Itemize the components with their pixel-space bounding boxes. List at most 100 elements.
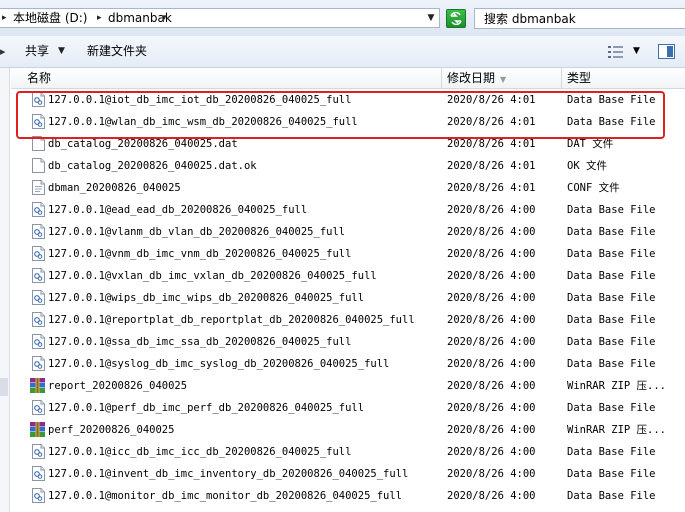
db-file-icon	[32, 356, 45, 371]
file-name: db_catalog_20200826_040025.dat	[48, 138, 238, 150]
organize-arrow-icon[interactable]: ▸	[0, 36, 6, 67]
file-row[interactable]: 127.0.0.1@vnm_db_imc_vnm_db_20200826_040…	[11, 243, 685, 265]
file-row[interactable]: 127.0.0.1@wips_db_imc_wips_db_20200826_0…	[11, 287, 685, 309]
file-modified-date: 2020/8/26 4:00	[447, 490, 536, 502]
db-file-icon	[32, 444, 45, 459]
file-type: Data Base File	[567, 336, 656, 348]
file-row[interactable]: 127.0.0.1@perf_db_imc_perf_db_20200826_0…	[11, 397, 685, 419]
db-file-icon	[32, 92, 45, 107]
winrar-zip-icon	[30, 378, 45, 393]
preview-pane-icon[interactable]	[658, 44, 675, 59]
column-date[interactable]: 修改日期 ▼	[447, 68, 506, 88]
column-date-label: 修改日期	[447, 71, 496, 85]
view-dropdown-icon[interactable]: ▼	[633, 36, 640, 67]
file-row[interactable]: 127.0.0.1@invent_db_imc_inventory_db_202…	[11, 463, 685, 485]
file-row[interactable]: 127.0.0.1@ssa_db_imc_ssa_db_20200826_040…	[11, 331, 685, 353]
file-row[interactable]: 127.0.0.1@ead_ead_db_20200826_040025_ful…	[11, 199, 685, 221]
file-modified-date: 2020/8/26 4:01	[447, 138, 536, 150]
file-name: 127.0.0.1@wips_db_imc_wips_db_20200826_0…	[48, 292, 365, 304]
file-row[interactable]: 127.0.0.1@reportplat_db_reportplat_db_20…	[11, 309, 685, 331]
breadcrumb-arrow-icon[interactable]: ▸	[2, 10, 7, 26]
view-list-icon[interactable]	[608, 45, 624, 59]
db-file-icon	[32, 466, 45, 481]
file-row[interactable]: 127.0.0.1@vxlan_db_imc_vxlan_db_20200826…	[11, 265, 685, 287]
file-modified-date: 2020/8/26 4:00	[447, 292, 536, 304]
db-file-icon	[32, 466, 45, 481]
file-row[interactable]: 127.0.0.1@syslog_db_imc_syslog_db_202008…	[11, 353, 685, 375]
file-modified-date: 2020/8/26 4:00	[447, 424, 536, 436]
file-row[interactable]: 127.0.0.1@iot_db_imc_iot_db_20200826_040…	[11, 89, 685, 111]
file-type: Data Base File	[567, 402, 656, 414]
db-file-icon	[32, 268, 45, 283]
column-type[interactable]: 类型	[567, 68, 591, 88]
file-name: 127.0.0.1@iot_db_imc_iot_db_20200826_040…	[48, 94, 352, 106]
search-input[interactable]: 搜索 dbmanbak	[474, 8, 685, 29]
db-file-icon	[32, 334, 45, 349]
db-file-icon	[32, 224, 45, 239]
winrar-zip-icon	[30, 422, 45, 437]
breadcrumb-arrow-icon[interactable]: ▸	[97, 10, 102, 26]
column-name[interactable]: 名称	[27, 68, 51, 88]
file-type: Data Base File	[567, 270, 656, 282]
refresh-icon	[450, 11, 462, 26]
db-file-icon	[32, 92, 45, 107]
file-name: 127.0.0.1@ead_ead_db_20200826_040025_ful…	[48, 204, 308, 216]
file-type: OK 文件	[567, 160, 607, 172]
file-modified-date: 2020/8/26 4:01	[447, 94, 536, 106]
file-row[interactable]: perf_20200826_040025 2020/8/26 4:00 WinRAR…	[11, 419, 685, 441]
file-name: report_20200826_040025	[48, 380, 188, 392]
file-row[interactable]: report_20200826_040025 2020/8/26 4:00 WinR…	[11, 375, 685, 397]
file-name: 127.0.0.1@vlanm_db_vlan_db_20200826_0400…	[48, 226, 346, 238]
file-name: dbman_20200826_040025	[48, 182, 181, 194]
db-file-icon	[32, 312, 45, 327]
file-row[interactable]: 127.0.0.1@wlan_db_imc_wsm_db_20200826_04…	[11, 111, 685, 133]
file-type: WinRAR ZIP 压...	[567, 380, 667, 392]
refresh-button[interactable]	[446, 9, 466, 28]
db-file-icon	[32, 400, 45, 415]
db-file-icon	[32, 114, 45, 129]
blank-file-icon	[32, 136, 45, 151]
column-header: 名称 修改日期 ▼ 类型	[11, 68, 685, 89]
file-modified-date: 2020/8/26 4:00	[447, 446, 536, 458]
navigation-pane-scroll-thumb[interactable]	[0, 378, 8, 396]
db-file-icon	[32, 312, 45, 327]
file-modified-date: 2020/8/26 4:00	[447, 358, 536, 370]
file-modified-date: 2020/8/26 4:01	[447, 182, 536, 194]
column-divider[interactable]	[441, 68, 442, 88]
blank-file-icon	[32, 158, 45, 173]
breadcrumb-drive[interactable]: 本地磁盘 (D:)	[13, 10, 87, 26]
new-folder-button[interactable]: 新建文件夹	[87, 36, 147, 67]
file-name: 127.0.0.1@wlan_db_imc_wsm_db_20200826_04…	[48, 116, 358, 128]
file-list[interactable]: 127.0.0.1@iot_db_imc_iot_db_20200826_040…	[11, 89, 685, 512]
file-modified-date: 2020/8/26 4:00	[447, 270, 536, 282]
db-file-icon	[32, 488, 45, 503]
file-type: Data Base File	[567, 314, 656, 326]
navigation-pane[interactable]	[0, 68, 10, 512]
file-type: Data Base File	[567, 116, 656, 128]
file-row[interactable]: db_catalog_20200826_040025.dat.ok 2020/8/…	[11, 155, 685, 177]
file-row[interactable]: 127.0.0.1@icc_db_imc_icc_db_20200826_040…	[11, 441, 685, 463]
column-divider[interactable]	[561, 68, 562, 88]
file-row[interactable]: dbman_20200826_040025 2020/8/26 4:01 CONF …	[11, 177, 685, 199]
file-type: Data Base File	[567, 468, 656, 480]
share-dropdown-icon[interactable]: ▼	[58, 36, 65, 67]
blank-file-icon	[32, 136, 45, 151]
address-history-dropdown[interactable]: ▼	[424, 9, 438, 27]
address-bar-area: ▸ 本地磁盘 (D:) ▸ dbmanbak ▾ ▼ 搜索 dbmanbak	[0, 0, 685, 36]
address-bar[interactable]: ▸ 本地磁盘 (D:) ▸ dbmanbak ▾	[0, 8, 440, 28]
file-modified-date: 2020/8/26 4:00	[447, 314, 536, 326]
search-label: 搜索	[484, 12, 509, 26]
breadcrumb-arrow-icon[interactable]: ▾	[162, 10, 167, 26]
db-file-icon	[32, 290, 45, 305]
db-file-icon	[32, 114, 45, 129]
file-name: 127.0.0.1@icc_db_imc_icc_db_20200826_040…	[48, 446, 352, 458]
file-name: 127.0.0.1@invent_db_imc_inventory_db_202…	[48, 468, 409, 480]
file-modified-date: 2020/8/26 4:00	[447, 336, 536, 348]
share-button[interactable]: 共享	[25, 36, 49, 67]
file-row[interactable]: db_catalog_20200826_040025.dat 2020/8/26 …	[11, 133, 685, 155]
file-row[interactable]: 127.0.0.1@vlanm_db_vlan_db_20200826_0400…	[11, 221, 685, 243]
file-type: Data Base File	[567, 94, 656, 106]
conf-file-icon	[32, 180, 45, 195]
winrar-zip-icon	[30, 422, 45, 437]
file-row[interactable]: 127.0.0.1@monitor_db_imc_monitor_db_2020…	[11, 485, 685, 507]
